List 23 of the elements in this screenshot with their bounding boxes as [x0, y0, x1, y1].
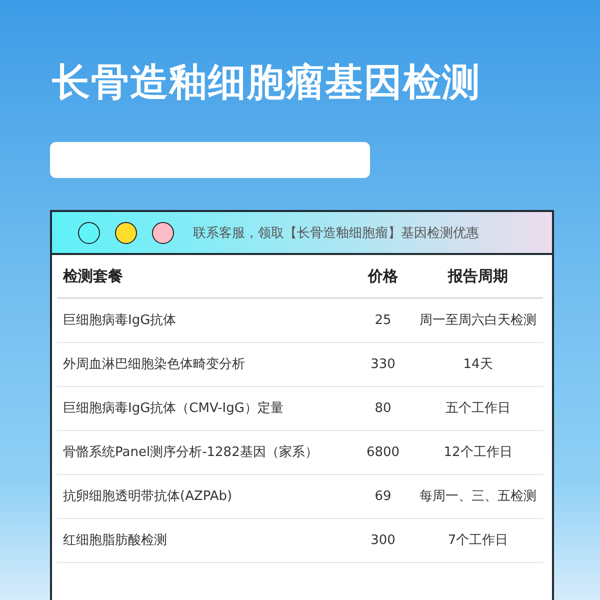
table-cell: 69	[353, 474, 413, 518]
column-header: 检测套餐	[57, 255, 353, 298]
table-cell: 巨细胞病毒IgG抗体（CMV-IgG）定量	[57, 386, 353, 430]
table-cell: 巨细胞病毒IgG抗体	[57, 298, 353, 342]
table-cell: 6800	[353, 430, 413, 474]
page-title: 长骨造釉细胞瘤基因检测	[52, 59, 481, 106]
column-header: 报告周期	[413, 255, 543, 298]
table-cell: 每周一、三、五检测	[413, 474, 543, 518]
table-cell: 周一至周六白天检测	[413, 298, 543, 342]
table-cell: 五个工作日	[413, 386, 543, 430]
table-cell: 7个工作日	[413, 518, 543, 562]
column-header: 价格	[353, 255, 413, 298]
table-cell: 25	[353, 298, 413, 342]
table-cell: 330	[353, 342, 413, 386]
table-cell: 14天	[413, 342, 543, 386]
table-cell: 骨骼系统Panel测序分析-1282基因（家系）	[57, 430, 353, 474]
table-cell: 12个工作日	[413, 430, 543, 474]
table-cell: 红细胞脂肪酸检测	[57, 518, 353, 562]
table-cell: 80	[353, 386, 413, 430]
table-cell: 外周血淋巴细胞染色体畸变分析	[57, 342, 353, 386]
table-cell: 300	[353, 518, 413, 562]
table-cell: 抗卵细胞透明带抗体(AZPAb)	[57, 474, 353, 518]
promo-notice: 联系客服，领取【长骨造釉细胞瘤】基因检测优惠	[193, 224, 479, 242]
